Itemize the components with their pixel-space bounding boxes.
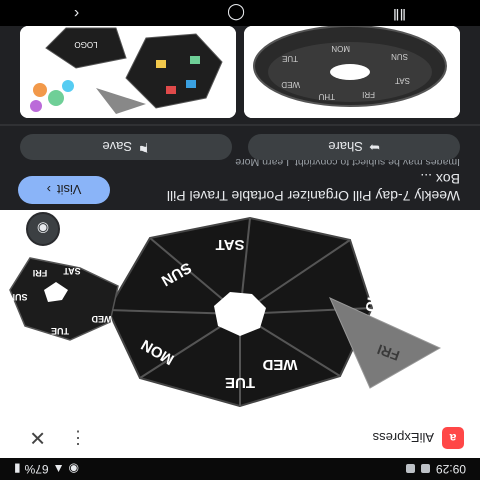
status-bar: 09:29 ◉ ▲ 67% ▮ (0, 458, 480, 480)
back-icon[interactable]: ‹ (74, 4, 79, 22)
thumb-day-label: MON (331, 44, 350, 53)
result-title[interactable]: Weekly 7-day Pill Organizer Portable Tra… (140, 170, 460, 204)
share-label: Share (328, 139, 363, 155)
thumb-day-label: SAT (395, 76, 410, 85)
screen: 09:29 ◉ ▲ 67% ▮ a AliExpress ⋮ ✕ WED THU… (0, 0, 480, 480)
thumb-day-label: SUN (391, 52, 408, 61)
bookmark-icon: ⚑ (138, 140, 150, 155)
day-label: SAT (216, 236, 245, 253)
product-image[interactable]: WED THU SAT SUN MON TUE FRI SAT FRI SUN … (0, 210, 480, 418)
thumb-day-label: TUE (282, 54, 298, 63)
day-label: WED (262, 356, 297, 373)
source-name[interactable]: AliExpress (373, 431, 434, 446)
small-day-label: SAT (63, 266, 81, 276)
chevron-right-icon: › (46, 182, 52, 198)
signal-icon: ▲ (52, 462, 65, 476)
small-day-label: WED (91, 314, 112, 324)
pill-organizer-illustration: WED THU SAT SUN MON TUE FRI SAT FRI SUN … (0, 210, 480, 418)
close-icon[interactable]: ✕ (16, 426, 46, 451)
battery-icon: ▮ (14, 462, 21, 476)
lens-icon[interactable]: ◉ (26, 212, 60, 246)
related-image-2[interactable]: LOGO (20, 26, 236, 118)
more-vert-icon[interactable]: ⋮ (68, 428, 88, 449)
divider (0, 124, 480, 126)
related-image-1[interactable]: SAT FRI THU WED TUE MON SUN (244, 26, 460, 118)
share-button[interactable]: ➥ Share (248, 134, 460, 160)
visit-button[interactable]: Visit › (18, 176, 110, 204)
recents-icon[interactable]: ‖‖ (393, 4, 406, 22)
small-day-label: FRI (33, 268, 48, 278)
notification-icon (420, 464, 430, 474)
round-pill-box-illustration: SAT FRI THU WED TUE MON SUN (244, 26, 460, 118)
small-day-label: SUN (8, 292, 27, 302)
hexagon-pill-box-set-illustration: LOGO (20, 26, 236, 118)
save-button[interactable]: ⚑ Save (20, 134, 232, 160)
notification-icon (405, 464, 415, 474)
action-row: ➥ Share ⚑ Save (0, 134, 480, 160)
logo-text: a (449, 431, 457, 445)
source-header: a AliExpress ⋮ ✕ (0, 418, 480, 458)
system-nav-bar: ‖‖ ◯ ‹ (0, 0, 480, 26)
battery-level: 67% (24, 462, 49, 476)
wifi-icon: ◉ (68, 462, 80, 476)
day-label: TUE (225, 374, 255, 391)
status-time: 09:29 (435, 462, 466, 476)
thumb-day-label: WED (281, 80, 300, 89)
home-icon[interactable]: ◯ (227, 3, 245, 23)
visit-label: Visit (57, 182, 82, 198)
small-day-label: TUE (51, 326, 69, 336)
aliexpress-logo: a (442, 427, 464, 449)
share-icon: ➥ (368, 140, 380, 155)
thumb-caption: LOGO (74, 40, 97, 49)
thumb-day-label: THU (318, 92, 335, 101)
thumb-day-label: FRI (362, 90, 375, 99)
save-label: Save (102, 139, 132, 155)
